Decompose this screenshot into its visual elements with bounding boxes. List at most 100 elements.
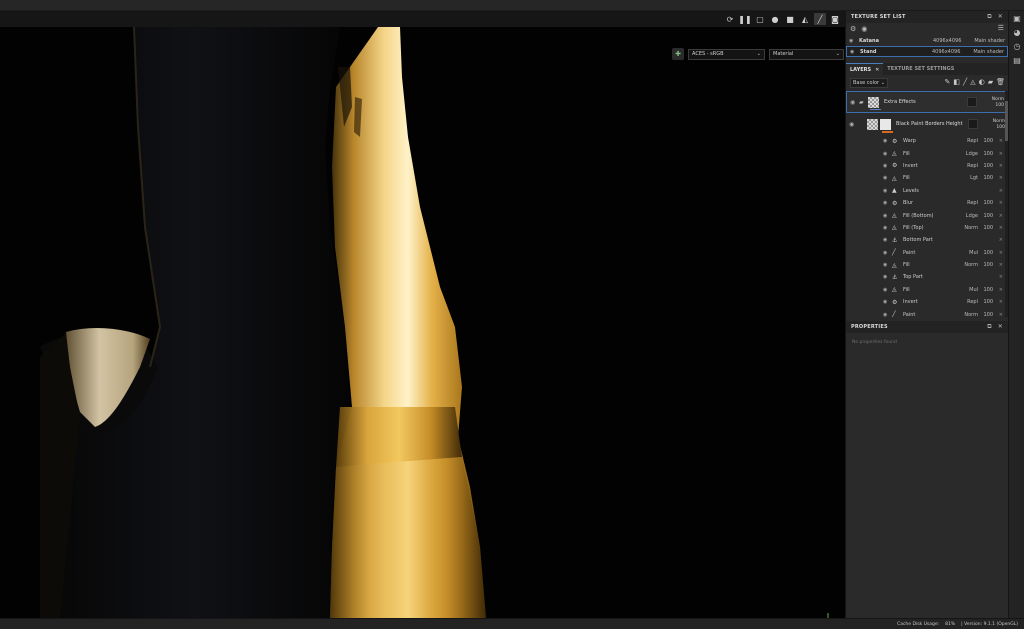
camera-reset-icon[interactable]: ⟳ [724, 13, 736, 25]
eye-icon[interactable]: ◉ [883, 188, 892, 194]
effect-opacity[interactable]: 100 [978, 151, 993, 157]
blend-controls[interactable]: Norm 100 [981, 119, 1005, 130]
eye-icon[interactable]: ◉ [883, 200, 892, 206]
eye-icon[interactable]: ◉ [861, 25, 867, 33]
texture-set-shader[interactable]: Main shader [971, 38, 1005, 44]
eye-icon[interactable]: ◉ [883, 299, 892, 305]
effect-opacity[interactable]: 100 [978, 213, 993, 219]
effect-opacity[interactable]: 100 [978, 312, 993, 317]
mask-effect-row[interactable]: ◉ ╱ Paint Mul 100 × [846, 247, 1008, 259]
effect-opacity[interactable]: 100 [978, 200, 993, 206]
add-smart-material-icon[interactable]: ◐ [979, 78, 985, 86]
close-icon[interactable]: × [993, 237, 1003, 243]
mask-effect-row[interactable]: ◉ ⚓ Bottom Part × [846, 234, 1008, 246]
eye-icon[interactable]: ◉ [883, 312, 892, 317]
add-folder-icon[interactable]: ▰ [988, 78, 993, 86]
close-icon[interactable]: × [993, 213, 1003, 219]
add-fill-layer-icon[interactable]: ◬ [970, 78, 975, 86]
effect-opacity[interactable]: 100 [978, 262, 993, 268]
eye-icon[interactable]: ◉ [883, 287, 892, 293]
layer-group-extra-effects[interactable]: ◉ ▰ Extra Effects Norm 100 [846, 91, 1008, 113]
close-icon[interactable]: × [993, 250, 1003, 256]
view-mode-dropdown[interactable]: Material ⌄ [769, 48, 844, 60]
log-icon[interactable]: ▤ [1009, 53, 1024, 67]
mask-effect-row[interactable]: ◉ ◬ Fill (Top) Norm 100 × [846, 222, 1008, 234]
eye-icon[interactable]: ◉ [849, 121, 858, 128]
settings-icon[interactable]: ⚙ [850, 25, 856, 33]
close-icon[interactable]: × [993, 151, 1003, 157]
history-icon[interactable]: ◷ [1009, 39, 1024, 53]
layer-black-paint-borders-height[interactable]: ◉ Black Paint Borders Height Norm 100 [846, 113, 1008, 135]
effect-blend-mode[interactable]: Repl [960, 200, 978, 206]
close-icon[interactable]: × [993, 200, 1003, 206]
effect-blend-mode[interactable]: Repl [960, 138, 978, 144]
effect-blend-mode[interactable]: Ldge [960, 151, 978, 157]
effect-opacity[interactable]: 100 [978, 163, 993, 169]
pause-icon[interactable]: ❚❚ [738, 13, 751, 25]
close-icon[interactable]: × [993, 163, 1003, 169]
viewport[interactable]: ⟳ ❚❚ ▢ ● ■ ◭ ╱ ◙ ✚ ACES - sRGB ⌄ Materia… [0, 11, 845, 618]
eye-icon[interactable]: ◉ [883, 163, 892, 169]
effect-blend-mode[interactable]: Repl [960, 163, 978, 169]
mask-effect-row[interactable]: ◉ ⚙ Invert Repl 100 × [846, 160, 1008, 172]
mask-effect-row[interactable]: ◉ ◬ Fill (Bottom) Ldge 100 × [846, 209, 1008, 221]
undock-icon[interactable]: ⧉ [987, 13, 991, 21]
texture-set-row[interactable]: ◉ Stand 4096x4096 Main shader [846, 46, 1008, 57]
eye-icon[interactable]: ◉ [883, 237, 892, 243]
effect-blend-mode[interactable]: Norm [960, 312, 978, 317]
mask-effect-row[interactable]: ◉ ◬ Fill Mul 100 × [846, 284, 1008, 296]
mask-effect-row[interactable]: ◉ ⚙ Invert Repl 100 × [846, 296, 1008, 308]
mask-effect-row[interactable]: ◉ ⚙ Warp Repl 100 × [846, 135, 1008, 147]
layer-mask-thumbnail[interactable] [968, 119, 978, 129]
close-icon[interactable]: ✕ [875, 67, 879, 73]
add-effect-icon[interactable]: ✎ [945, 78, 951, 86]
undock-icon[interactable]: ⧉ [987, 323, 991, 331]
tab-texture-set-settings[interactable]: TEXTURE SET SETTINGS [883, 63, 958, 75]
add-mask-icon[interactable]: ◧ [953, 78, 960, 86]
mask-effect-row[interactable]: ◉ ◬ Fill Norm 100 × [846, 259, 1008, 271]
close-icon[interactable]: × [993, 262, 1003, 268]
effect-opacity[interactable]: 100 [978, 299, 993, 305]
close-icon[interactable]: × [993, 188, 1003, 194]
shader-badge-icon[interactable]: ✚ [672, 48, 684, 60]
close-icon[interactable]: ✕ [998, 323, 1003, 331]
close-icon[interactable]: × [993, 274, 1003, 280]
close-icon[interactable]: × [993, 138, 1003, 144]
mask-effect-row[interactable]: ◉ ⚓ Top Part × [846, 271, 1008, 283]
tab-layers[interactable]: LAYERS ✕ [846, 63, 884, 75]
effect-opacity[interactable]: 100 [978, 175, 993, 181]
effect-blend-mode[interactable]: Mul [960, 250, 978, 256]
eye-icon[interactable]: ◉ [883, 262, 892, 268]
eye-icon[interactable]: ◉ [883, 225, 892, 231]
mask-effect-row[interactable]: ◉ ⚙ Blur Repl 100 × [846, 197, 1008, 209]
close-icon[interactable]: × [993, 312, 1003, 317]
sphere-icon[interactable]: ● [769, 13, 781, 25]
close-icon[interactable]: × [993, 225, 1003, 231]
eye-icon[interactable]: ◉ [850, 49, 860, 55]
effect-opacity[interactable]: 100 [978, 138, 993, 144]
brush-icon[interactable]: ╱ [814, 13, 826, 25]
effect-opacity[interactable]: 100 [978, 287, 993, 293]
render-icon[interactable]: ◙ [829, 13, 841, 25]
eye-icon[interactable]: ◉ [883, 250, 892, 256]
color-space-dropdown[interactable]: ACES - sRGB ⌄ [688, 48, 765, 60]
effect-blend-mode[interactable]: Mul [960, 287, 978, 293]
add-paint-layer-icon[interactable]: ╱ [963, 78, 967, 86]
effect-blend-mode[interactable]: Lgt [960, 175, 978, 181]
texture-set-shader[interactable]: Main shader [970, 49, 1004, 55]
texture-set-row[interactable]: ◉ Katana 4096x4096 Main shader [846, 35, 1008, 46]
close-icon[interactable]: × [993, 175, 1003, 181]
effect-blend-mode[interactable]: Norm [960, 225, 978, 231]
selection-icon[interactable]: ▢ [754, 13, 766, 25]
effect-blend-mode[interactable]: Ldge [960, 213, 978, 219]
close-icon[interactable]: × [993, 299, 1003, 305]
eye-icon[interactable]: ◉ [883, 213, 892, 219]
effect-blend-mode[interactable]: Repl [960, 299, 978, 305]
eye-icon[interactable]: ◉ [883, 151, 892, 157]
shelf-icon[interactable]: ◕ [1009, 25, 1024, 39]
blend-controls[interactable]: Norm 100 [980, 97, 1004, 108]
menu-icon[interactable]: ☰ [998, 24, 1004, 32]
mask-effect-row[interactable]: ◉ ◬ Fill Ldge 100 × [846, 147, 1008, 159]
viewport-canvas[interactable]: ✚ ACES - sRGB ⌄ Material ⌄ [0, 27, 845, 618]
eye-icon[interactable]: ◉ [883, 175, 892, 181]
